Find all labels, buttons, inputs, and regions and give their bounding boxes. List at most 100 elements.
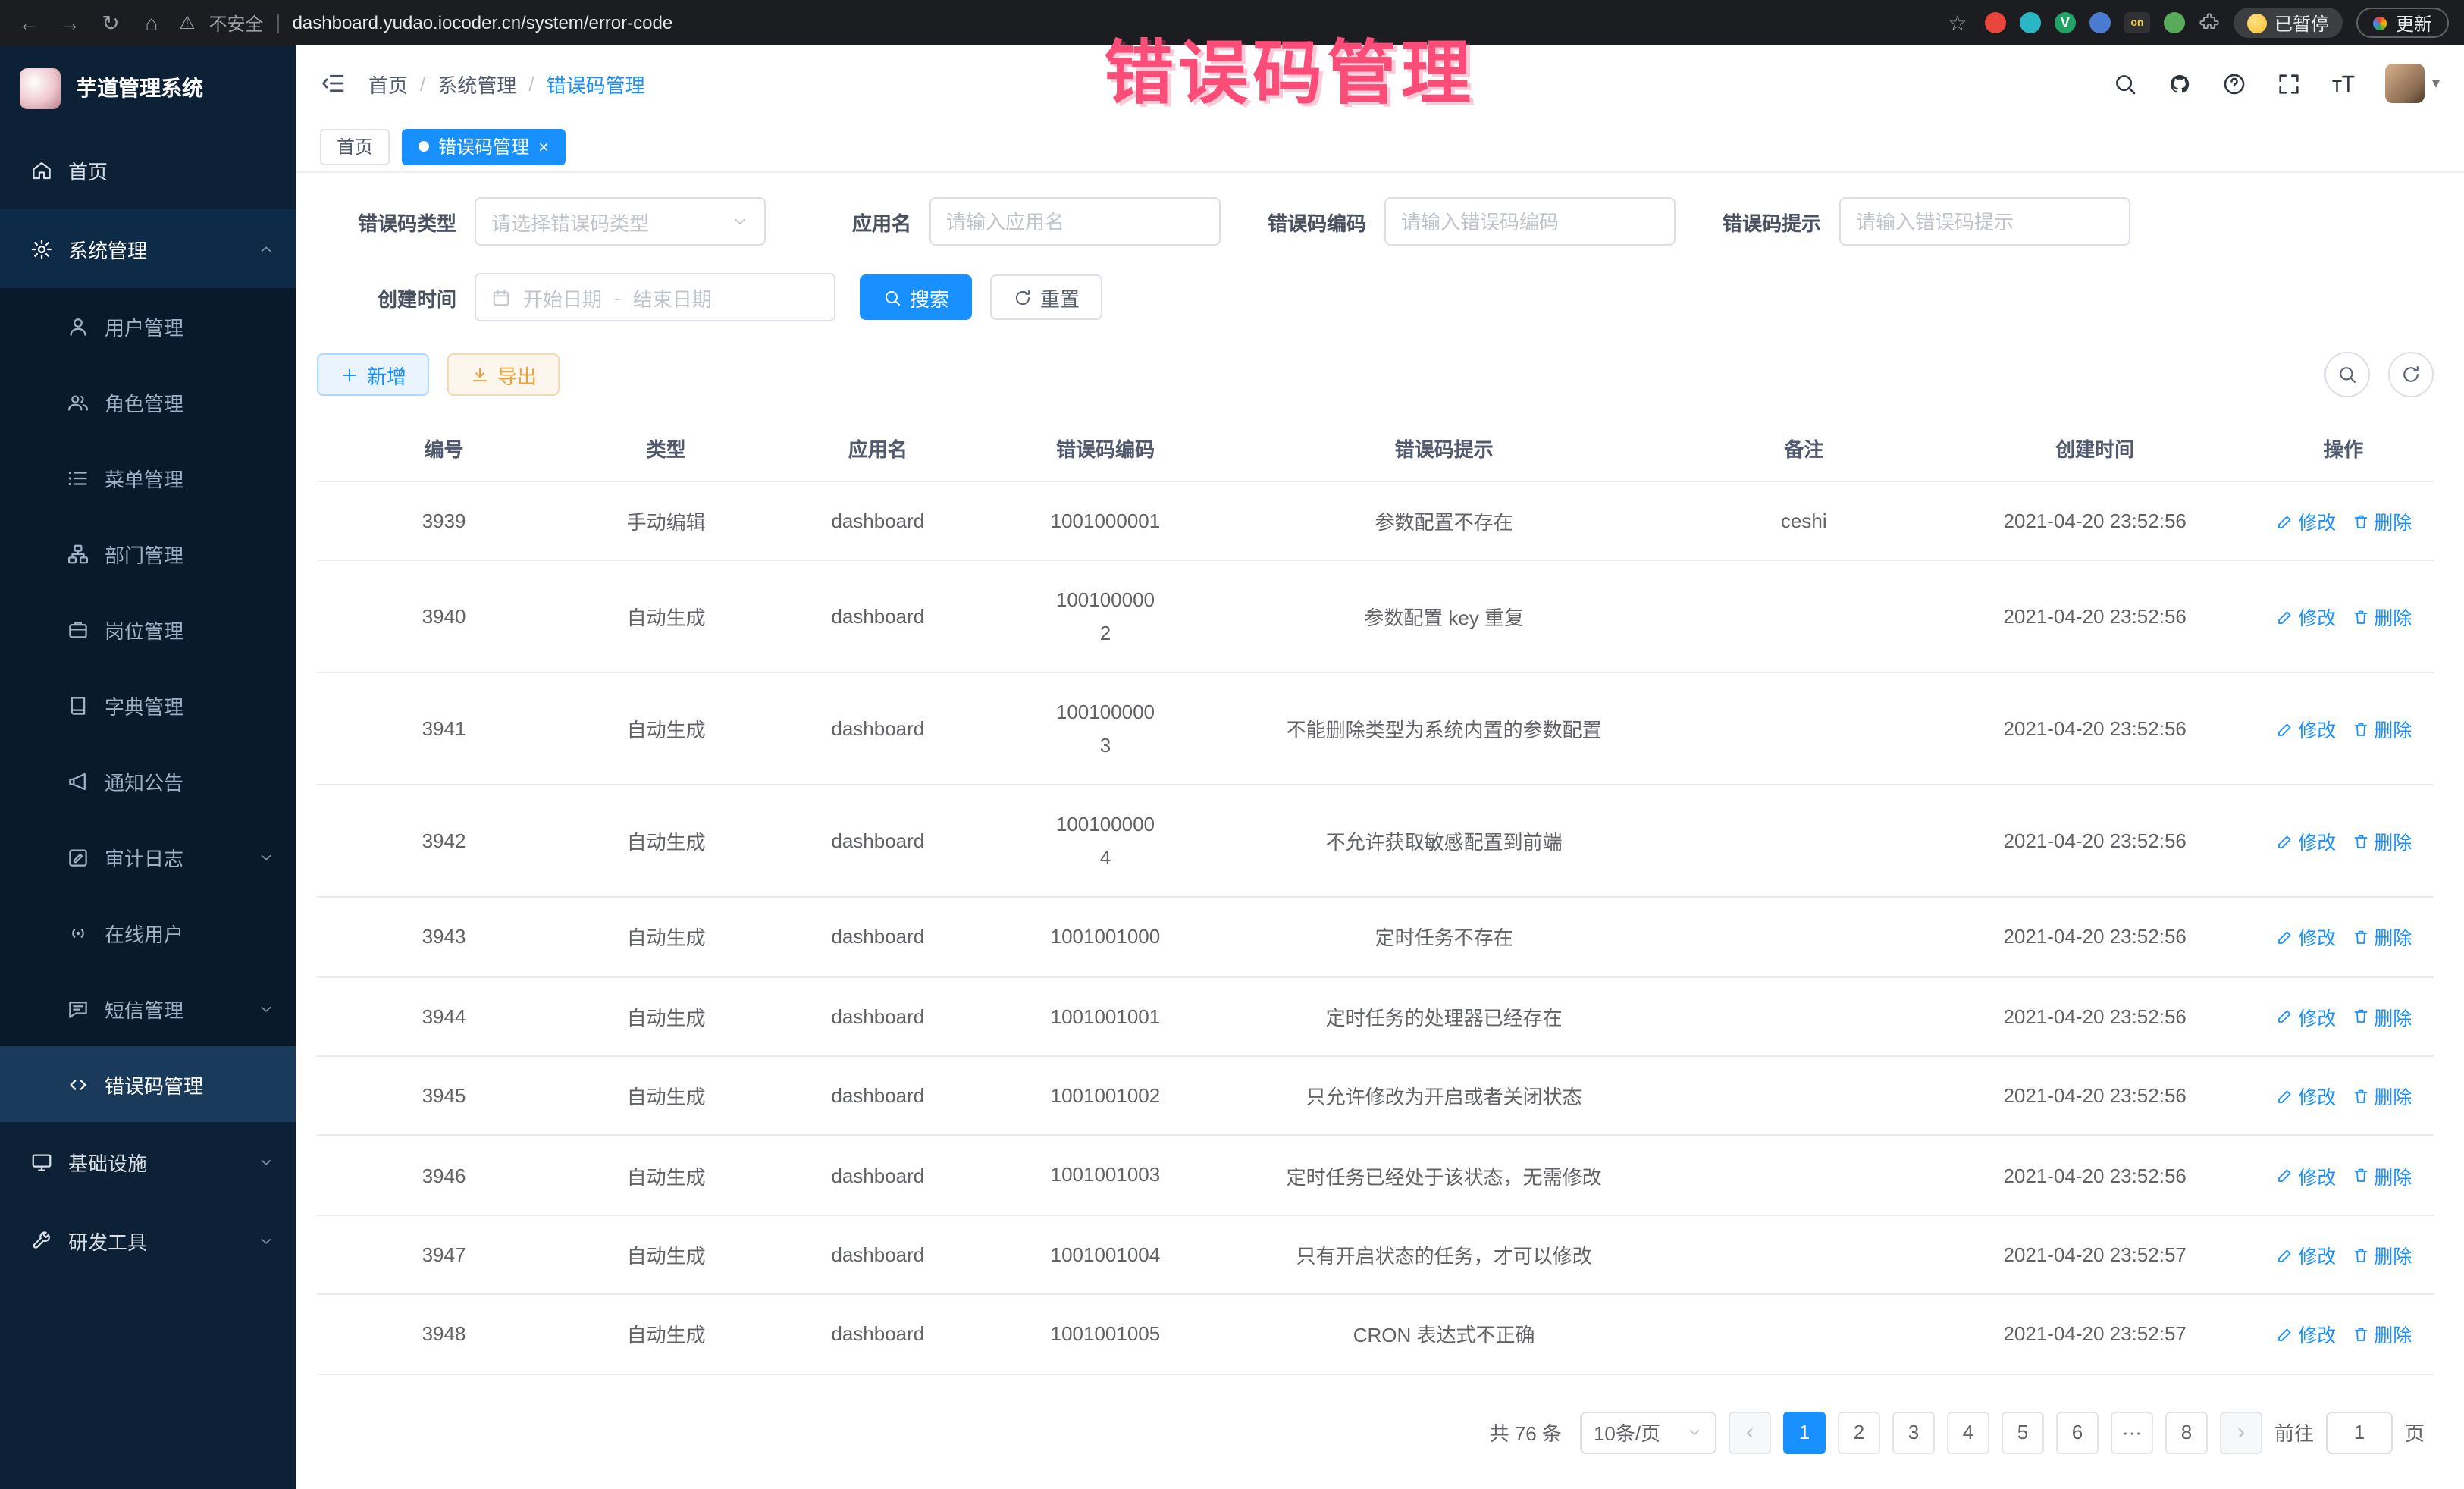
sidebar-item-dev-tools[interactable]: 研发工具 bbox=[0, 1201, 296, 1280]
page-button[interactable]: 5 bbox=[2002, 1411, 2044, 1453]
sidebar-item-infrastructure[interactable]: 基础设施 bbox=[0, 1122, 296, 1201]
sidebar-item-audit-log[interactable]: 审计日志 bbox=[0, 819, 296, 895]
table-row: 3939 手动编辑 dashboard 1001000001 参数配置不存在 c… bbox=[317, 481, 2434, 561]
tab-close-icon[interactable]: × bbox=[538, 137, 549, 155]
edit-link[interactable]: 修改 bbox=[2275, 1240, 2336, 1269]
delete-link[interactable]: 删除 bbox=[2351, 1002, 2412, 1030]
sidebar-logo[interactable]: 芋道管理系统 bbox=[0, 45, 296, 130]
extension-icon[interactable]: on bbox=[2124, 12, 2150, 33]
user-menu[interactable]: ▾ bbox=[2385, 64, 2440, 103]
sidebar-item-users[interactable]: 用户管理 bbox=[0, 288, 296, 364]
error-type-select[interactable]: 请选择错误码类型 bbox=[475, 197, 766, 246]
help-icon[interactable] bbox=[2221, 71, 2247, 96]
page-unit-label: 页 bbox=[2405, 1418, 2425, 1447]
error-hint-input[interactable] bbox=[1839, 197, 2130, 246]
page-button[interactable]: 4 bbox=[1947, 1411, 1989, 1453]
edit-link[interactable]: 修改 bbox=[2275, 826, 2336, 855]
page-ellipsis[interactable]: ··· bbox=[2111, 1411, 2153, 1453]
app-name-input[interactable] bbox=[929, 197, 1221, 246]
chevron-down-icon bbox=[731, 212, 749, 230]
reset-button[interactable]: 重置 bbox=[990, 274, 1102, 320]
sidebar-item-dictionary[interactable]: 字典管理 bbox=[0, 667, 296, 743]
fullscreen-icon[interactable] bbox=[2276, 71, 2302, 96]
edit-link[interactable]: 修改 bbox=[2275, 1002, 2336, 1030]
bookmark-star-icon[interactable]: ☆ bbox=[1944, 10, 1971, 36]
delete-link[interactable]: 删除 bbox=[2351, 1240, 2412, 1269]
delete-link[interactable]: 删除 bbox=[2351, 826, 2412, 855]
extension-icon[interactable] bbox=[2164, 12, 2185, 33]
list-icon bbox=[67, 466, 89, 489]
active-dot-icon bbox=[419, 141, 429, 152]
hide-search-button[interactable] bbox=[2324, 352, 2370, 397]
delete-link[interactable]: 删除 bbox=[2351, 1161, 2412, 1190]
delete-link[interactable]: 删除 bbox=[2351, 1320, 2412, 1349]
page-size-select[interactable]: 10条/页 bbox=[1580, 1411, 1716, 1453]
page-button[interactable]: 1 bbox=[1783, 1411, 1826, 1453]
edit-link[interactable]: 修改 bbox=[2275, 506, 2336, 535]
font-size-icon[interactable] bbox=[2331, 71, 2356, 96]
goto-page-input[interactable] bbox=[2326, 1411, 2393, 1453]
add-button[interactable]: 新增 bbox=[317, 353, 429, 396]
date-range-picker[interactable]: 开始日期 - 结束日期 bbox=[475, 273, 835, 321]
prev-page-button[interactable]: ‹ bbox=[1729, 1411, 1771, 1453]
pencil-icon bbox=[2275, 832, 2293, 850]
browser-home-icon[interactable]: ⌂ bbox=[138, 11, 165, 35]
search-icon[interactable] bbox=[2112, 71, 2138, 96]
screen: 错误码管理 ← → ↻ ⌂ ⚠ 不安全 dashboard.yudao.ioco… bbox=[0, 0, 2464, 1489]
page-button[interactable]: 2 bbox=[1838, 1411, 1880, 1453]
search-button[interactable]: 搜索 bbox=[860, 274, 972, 320]
trash-icon bbox=[2351, 1166, 2369, 1184]
export-button[interactable]: 导出 bbox=[447, 353, 560, 396]
sidebar-item-notices[interactable]: 通知公告 bbox=[0, 743, 296, 819]
extension-icon[interactable] bbox=[1985, 12, 2006, 33]
edit-link[interactable]: 修改 bbox=[2275, 1161, 2336, 1190]
profile-paused-badge[interactable]: 已暂停 bbox=[2234, 8, 2343, 38]
edit-link[interactable]: 修改 bbox=[2275, 1320, 2336, 1349]
breadcrumb-section[interactable]: 系统管理 bbox=[437, 69, 516, 98]
security-label[interactable]: 不安全 bbox=[209, 10, 264, 36]
extension-icon[interactable] bbox=[2089, 12, 2111, 33]
error-code-input[interactable] bbox=[1384, 197, 1676, 246]
delete-link[interactable]: 删除 bbox=[2351, 603, 2412, 632]
sidebar-item-home[interactable]: 首页 bbox=[0, 130, 296, 209]
next-page-button[interactable]: › bbox=[2220, 1411, 2262, 1453]
sidebar-item-roles[interactable]: 角色管理 bbox=[0, 364, 296, 440]
extension-icon[interactable] bbox=[2020, 12, 2041, 33]
page-button[interactable]: 8 bbox=[2165, 1411, 2208, 1453]
browser-forward-icon[interactable]: → bbox=[56, 11, 83, 35]
delete-link[interactable]: 删除 bbox=[2351, 923, 2412, 951]
browser-back-icon[interactable]: ← bbox=[15, 11, 42, 35]
refresh-table-button[interactable] bbox=[2388, 352, 2434, 397]
browser-reload-icon[interactable]: ↻ bbox=[97, 10, 124, 36]
sidebar-item-menus[interactable]: 菜单管理 bbox=[0, 440, 296, 516]
extension-icon[interactable]: V bbox=[2055, 12, 2076, 33]
browser-chrome: ← → ↻ ⌂ ⚠ 不安全 dashboard.yudao.iocoder.cn… bbox=[0, 0, 2464, 45]
edit-link[interactable]: 修改 bbox=[2275, 1081, 2336, 1110]
sidebar-item-sms[interactable]: 短信管理 bbox=[0, 970, 296, 1046]
browser-update-button[interactable]: 更新 bbox=[2356, 8, 2449, 38]
sidebar-item-system[interactable]: 系统管理 bbox=[0, 209, 296, 288]
delete-link[interactable]: 删除 bbox=[2351, 1081, 2412, 1110]
delete-link[interactable]: 删除 bbox=[2351, 715, 2412, 744]
delete-link[interactable]: 删除 bbox=[2351, 506, 2412, 535]
page-button[interactable]: 3 bbox=[1892, 1411, 1935, 1453]
filter-label: 错误码提示 bbox=[1682, 207, 1821, 236]
edit-link[interactable]: 修改 bbox=[2275, 923, 2336, 951]
sidebar-item-error-codes[interactable]: 错误码管理 bbox=[0, 1046, 296, 1122]
extensions-puzzle-icon[interactable] bbox=[2199, 12, 2220, 33]
sidebar-item-departments[interactable]: 部门管理 bbox=[0, 516, 296, 591]
tab-error-codes[interactable]: 错误码管理 × bbox=[402, 128, 566, 165]
breadcrumb-home[interactable]: 首页 bbox=[368, 69, 408, 98]
infra-icon bbox=[30, 1150, 53, 1173]
edit-link[interactable]: 修改 bbox=[2275, 715, 2336, 744]
github-icon[interactable] bbox=[2167, 71, 2193, 96]
edit-link[interactable]: 修改 bbox=[2275, 603, 2336, 632]
table-row: 3945 自动生成 dashboard 1001001002 只允许修改为开启或… bbox=[317, 1056, 2434, 1136]
sidebar-item-positions[interactable]: 岗位管理 bbox=[0, 591, 296, 667]
page-button[interactable]: 6 bbox=[2056, 1411, 2099, 1453]
tab-home[interactable]: 首页 bbox=[320, 128, 390, 165]
url-text[interactable]: dashboard.yudao.iocoder.cn/system/error-… bbox=[293, 12, 673, 33]
table-row: 3944 自动生成 dashboard 1001001001 定时任务的处理器已… bbox=[317, 976, 2434, 1056]
sidebar-item-online-users[interactable]: 在线用户 bbox=[0, 895, 296, 970]
collapse-sidebar-icon[interactable] bbox=[320, 70, 347, 97]
